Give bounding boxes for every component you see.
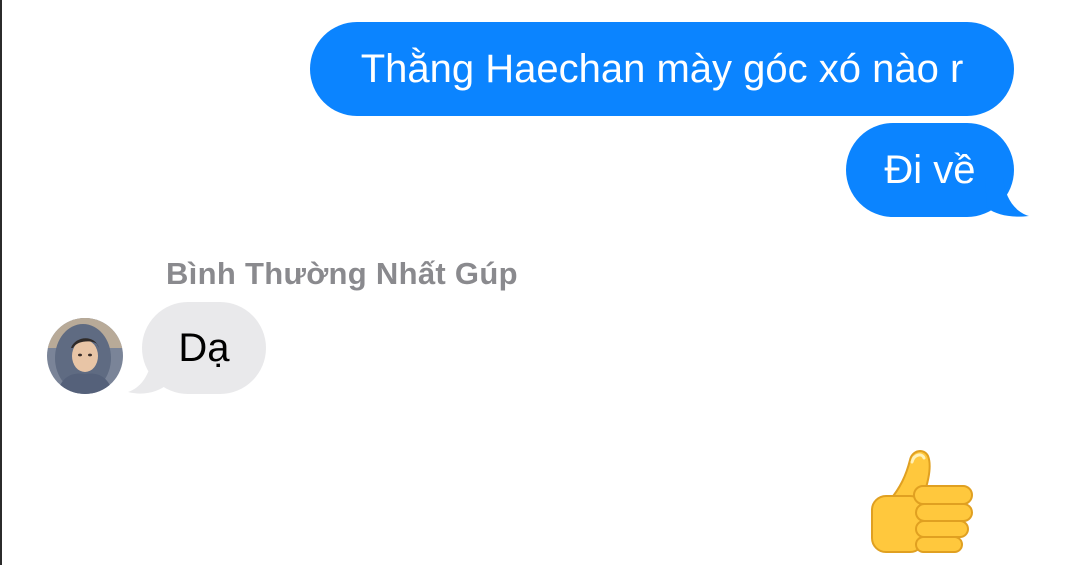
sender-name: Bình Thường Nhất Gúp [166,256,518,291]
avatar-photo [47,318,123,394]
window-left-edge [0,0,2,565]
outgoing-bubble-tail [985,178,1029,217]
outgoing-message-bubble[interactable]: Thằng Haechan mày góc xó nào r [310,22,1014,116]
message-text: Dạ [178,326,230,370]
message-text: Thằng Haechan mày góc xó nào r [360,47,964,91]
message-text: Đi về [884,148,976,192]
incoming-message-bubble[interactable]: Dạ [142,302,266,394]
sender-avatar[interactable] [47,318,123,394]
thumbs-up-icon[interactable] [860,438,980,558]
